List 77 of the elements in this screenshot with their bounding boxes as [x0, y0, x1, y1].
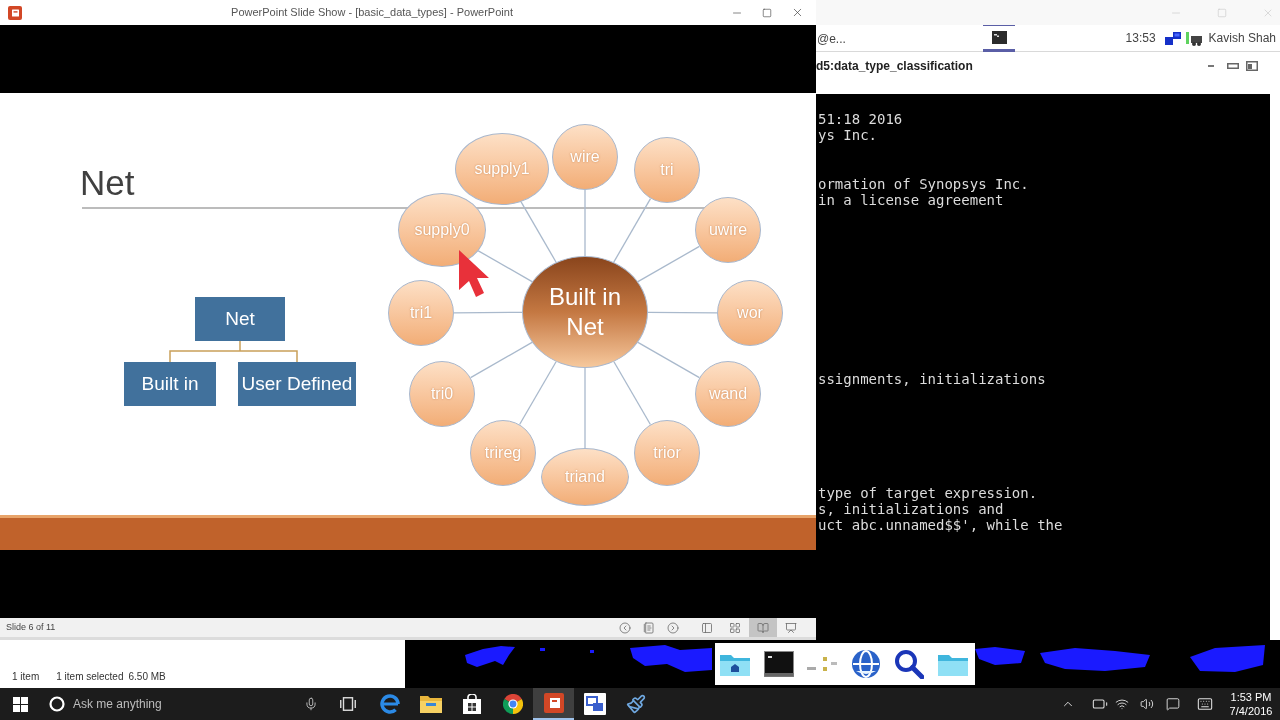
terminal-line: 51:18 2016 [818, 111, 903, 128]
wifi-icon[interactable] [1115, 697, 1129, 711]
selection-size: 6.50 MB [128, 671, 166, 683]
terminal-line: ormation of Synopsys Inc. [818, 176, 1029, 193]
selection-info: 1 item selected [56, 671, 124, 683]
round-logo-icon [502, 694, 523, 714]
window-title: PowerPoint Slide Show - [basic_data_types] - PowerPoint [231, 5, 513, 21]
maximize-icon[interactable] [1246, 61, 1258, 71]
item-count: 1 item [12, 671, 40, 683]
terminal-line: uct abc.unnamed$$', while the [818, 517, 1063, 534]
network-icon[interactable] [1164, 31, 1181, 45]
maximize-icon [762, 7, 772, 18]
cursor-arrow-icon [459, 250, 489, 297]
net-type-node: wire [552, 124, 618, 190]
previous-icon[interactable] [619, 621, 631, 634]
net-type-node: uwire [695, 197, 761, 263]
reading-view-icon [757, 621, 769, 634]
globe-icon[interactable] [850, 649, 881, 679]
terminal-line: in a license agreement [818, 192, 1004, 209]
net-type-node: supply1 [455, 133, 549, 205]
task-label[interactable]: @e... [817, 32, 846, 46]
next-icon[interactable] [667, 621, 679, 634]
terminal-title: d5:data_type_classification [816, 58, 973, 74]
search-icon[interactable] [894, 649, 924, 679]
presentation-app-icon [8, 5, 22, 20]
terminal-line: ys Inc. [818, 127, 877, 144]
home-folder-icon[interactable] [720, 652, 750, 676]
spoke-line [647, 311, 718, 314]
slide-show-icon [785, 621, 797, 634]
start-logo-icon [12, 696, 28, 712]
normal-view-icon [701, 621, 713, 634]
slide-sorter-icon [729, 621, 741, 634]
slide-title: Net [80, 165, 135, 200]
taskbar-app-button[interactable] [533, 688, 574, 720]
spoke-line [584, 189, 586, 257]
net-type-node: trireg [470, 420, 536, 486]
net-type-node: tri0 [409, 361, 475, 427]
device-status-icon[interactable] [1185, 30, 1202, 46]
net-type-node: trior [634, 420, 700, 486]
terminal-line: ssignments, initializations [818, 371, 1046, 388]
spoke-line [453, 311, 523, 314]
notification-icon[interactable] [1166, 697, 1180, 711]
browser-logo-icon [379, 694, 400, 714]
presentation-app-icon [543, 693, 564, 713]
shopping-bag-icon [462, 694, 481, 714]
microphone-icon[interactable] [304, 697, 318, 711]
panel-clock: 13:53 [1125, 30, 1156, 47]
terminal-icon [991, 30, 1007, 44]
center-node: Built in Net [522, 256, 648, 368]
net-type-node: supply0 [398, 193, 486, 267]
battery-icon[interactable] [1092, 696, 1108, 712]
net-type-node: wor [717, 280, 783, 346]
stacked-windows-icon [340, 697, 356, 711]
viewer-app-icon [583, 693, 606, 715]
slide-counter: Slide 6 of 11 [6, 620, 56, 634]
restore-icon[interactable] [1227, 63, 1239, 69]
terminal-line: s, initializations and [818, 501, 1004, 518]
dotted-app-icon[interactable] [807, 655, 837, 673]
keyboard-icon[interactable] [1197, 696, 1213, 712]
terminal-line: type of target expression. [818, 484, 1038, 501]
net-type-node: tri1 [388, 280, 454, 346]
taskbar-time[interactable]: 1:53 PM [1230, 690, 1272, 704]
ring-icon[interactable] [49, 696, 65, 712]
user-name: Kavish Shah [1208, 30, 1276, 47]
terminal-icon[interactable] [763, 651, 794, 677]
panel-tab[interactable] [983, 24, 1015, 52]
search-field[interactable]: Ask me anything [73, 694, 273, 714]
net-type-node: wand [695, 361, 761, 427]
org-chart-node: Net [195, 297, 285, 341]
org-chart-node: Built in [124, 362, 216, 406]
taskbar-date[interactable]: 7/4/2016 [1229, 704, 1273, 718]
folder-icon [419, 695, 442, 713]
net-type-node: triand [541, 448, 629, 506]
org-chart-node: User Defined [238, 362, 356, 406]
brush-icon [625, 694, 646, 714]
net-type-node: tri [634, 137, 700, 203]
speaker-icon[interactable] [1140, 697, 1154, 711]
